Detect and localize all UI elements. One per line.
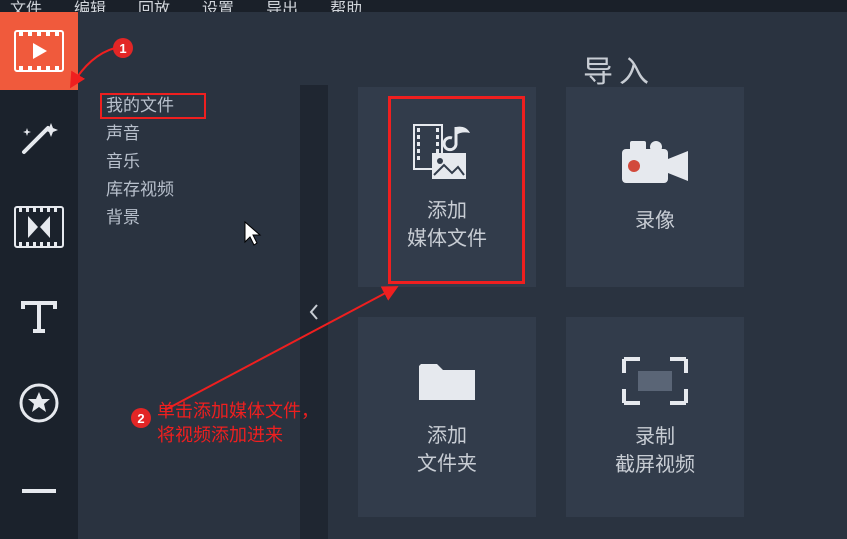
menu-edit[interactable]: 编辑 bbox=[74, 4, 106, 12]
page-title: 导入 bbox=[583, 47, 655, 91]
menu-bar: 文件 编辑 回放 设置 导出 帮助 bbox=[0, 0, 847, 12]
import-sidebar: 我的文件 声音 音乐 库存视频 背景 bbox=[78, 12, 328, 539]
annotation-badge-2: 2 bbox=[131, 408, 151, 428]
tool-import[interactable] bbox=[0, 12, 78, 90]
main-panel: 导入 添加媒体文件 bbox=[328, 12, 847, 539]
tool-transitions[interactable] bbox=[0, 188, 78, 266]
menu-export[interactable]: 导出 bbox=[266, 4, 298, 12]
annotation-text: 单击添加媒体文件， 将视频添加进来 bbox=[157, 399, 319, 447]
menu-file[interactable]: 文件 bbox=[10, 4, 42, 12]
tile-record-screen[interactable]: 录制截屏视频 bbox=[566, 317, 744, 517]
tile-label: 录像 bbox=[635, 207, 675, 235]
sidebar-item-music[interactable]: 音乐 bbox=[106, 148, 328, 176]
sidebar-item-myfiles[interactable]: 我的文件 bbox=[106, 92, 328, 120]
sidebar-item-backgrounds[interactable]: 背景 bbox=[106, 204, 328, 232]
annotation-badge-1: 1 bbox=[113, 38, 133, 58]
tool-filters[interactable] bbox=[0, 100, 78, 178]
left-toolbar bbox=[0, 12, 78, 539]
screen-capture-icon bbox=[620, 355, 690, 407]
folder-icon bbox=[415, 356, 479, 406]
chevron-left-icon bbox=[308, 303, 320, 321]
camcorder-icon bbox=[616, 139, 694, 191]
tile-label: 录制截屏视频 bbox=[615, 423, 695, 479]
menu-settings[interactable]: 设置 bbox=[202, 4, 234, 12]
menu-playback[interactable]: 回放 bbox=[138, 4, 170, 12]
tile-record-video[interactable]: 录像 bbox=[566, 87, 744, 287]
tool-titles[interactable] bbox=[0, 276, 78, 354]
tile-label: 添加媒体文件 bbox=[407, 197, 487, 253]
sidebar-item-stockvideo[interactable]: 库存视频 bbox=[106, 176, 328, 204]
tool-more[interactable] bbox=[0, 452, 78, 530]
import-tile-grid: 添加媒体文件 录像 添加文件夹 bbox=[358, 87, 744, 517]
collapse-panel-button[interactable] bbox=[300, 85, 328, 539]
tool-stickers[interactable] bbox=[0, 364, 78, 442]
tile-add-folder[interactable]: 添加文件夹 bbox=[358, 317, 536, 517]
tile-add-media[interactable]: 添加媒体文件 bbox=[358, 87, 536, 287]
tile-label: 添加文件夹 bbox=[417, 422, 477, 478]
sidebar-item-sounds[interactable]: 声音 bbox=[106, 120, 328, 148]
media-files-icon bbox=[412, 121, 482, 181]
menu-help[interactable]: 帮助 bbox=[330, 4, 362, 12]
